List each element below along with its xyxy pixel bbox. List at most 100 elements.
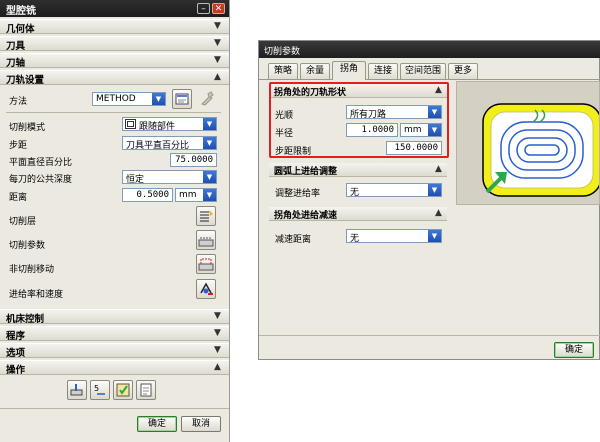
method-value: METHOD xyxy=(96,94,136,104)
cut-pattern-value: 跟随部件 xyxy=(139,122,176,132)
tab-containment[interactable]: 空间范围 xyxy=(400,63,446,79)
generate-icon xyxy=(70,384,83,396)
section-program-label: 程序 xyxy=(6,331,26,342)
highlight-box xyxy=(269,82,449,158)
adjust-feed-label: 调整进给率 xyxy=(275,189,321,199)
slowdown-distance-label: 减速距离 xyxy=(275,235,312,245)
distance-input[interactable]: 0.5000 xyxy=(122,188,173,202)
dropdown-arrow-icon: ▼ xyxy=(428,184,441,196)
chevron-up-icon: ▲ xyxy=(214,362,221,372)
left-dialog-title: 型腔铣 xyxy=(6,6,36,17)
section-options-label: 选项 xyxy=(6,348,26,359)
feeds-and-speeds-button[interactable] xyxy=(196,279,216,299)
cut-levels-icon xyxy=(200,210,213,222)
cutting-parameters-icon xyxy=(198,237,214,247)
section-tool-axis-label: 刀轴 xyxy=(6,58,26,69)
create-method-icon[interactable] xyxy=(172,89,192,109)
right-title-bar: 切削参数 xyxy=(259,41,600,58)
tab-corners[interactable]: 拐角 xyxy=(332,61,366,80)
cutting-parameters-label: 切削参数 xyxy=(9,241,46,251)
dropdown-arrow-icon: ▼ xyxy=(203,137,216,149)
section-program[interactable]: 程序 ▼ xyxy=(0,326,229,342)
left-title-bar: 型腔铣 – ✕ xyxy=(0,0,229,17)
divider xyxy=(6,112,221,113)
dropdown-arrow-icon: ▼ xyxy=(203,118,216,130)
slowdown-distance-select[interactable]: 无 ▼ xyxy=(346,229,442,244)
verify-icon xyxy=(116,383,130,397)
feeds-and-speeds-icon xyxy=(200,282,213,295)
tab-stock[interactable]: 余量 xyxy=(300,63,330,79)
chevron-up-icon: ▲ xyxy=(214,72,221,82)
dropdown-arrow-icon: ▼ xyxy=(203,171,216,183)
chevron-down-icon: ▼ xyxy=(214,55,221,65)
chevron-down-icon: ▼ xyxy=(214,345,221,355)
flat-diameter-percent-label: 平面直径百分比 xyxy=(9,158,73,168)
generate-toolpath-button[interactable] xyxy=(67,380,87,400)
chevron-up-icon: ▲ xyxy=(435,208,442,218)
cavity-mill-dialog: 型腔铣 – ✕ 几何体 ▼ 刀具 ▼ 刀轴 ▼ 刀轨设置 ▲ 方法 METHOD… xyxy=(0,0,230,442)
chevron-down-icon: ▼ xyxy=(214,38,221,48)
chevron-down-icon: ▼ xyxy=(214,311,221,321)
tab-connections[interactable]: 连接 xyxy=(368,63,398,79)
chevron-down-icon: ▼ xyxy=(214,21,221,31)
section-tool-axis[interactable]: 刀轴 ▼ xyxy=(0,53,229,69)
cancel-button[interactable]: 取消 xyxy=(181,416,221,432)
section-machine-control[interactable]: 机床控制 ▼ xyxy=(0,309,229,325)
cutting-parameters-button[interactable] xyxy=(196,230,216,250)
dropdown-arrow-icon: ▼ xyxy=(152,93,165,105)
section-corner-slowdown[interactable]: 拐角处进给减速 ▲ xyxy=(269,207,447,221)
section-tool[interactable]: 刀具 ▼ xyxy=(0,36,229,52)
cut-levels-button[interactable] xyxy=(196,206,216,226)
divider xyxy=(259,335,600,336)
list-toolpath-button[interactable] xyxy=(136,380,156,400)
distance-label: 距离 xyxy=(9,193,28,203)
method-select[interactable]: METHOD ▼ xyxy=(92,92,166,106)
cut-levels-label: 切削层 xyxy=(9,217,37,227)
divider xyxy=(0,408,229,409)
corner-preview xyxy=(456,81,600,205)
chevron-down-icon: ▼ xyxy=(214,328,221,338)
ok-button[interactable]: 确定 xyxy=(137,416,177,432)
stepover-label: 步距 xyxy=(9,141,28,151)
follow-part-icon xyxy=(125,119,136,129)
distance-unit-select[interactable]: mm ▼ xyxy=(175,188,217,202)
flat-diameter-percent-input[interactable]: 75.0000 xyxy=(170,153,217,167)
non-cutting-moves-icon xyxy=(198,258,214,271)
ok-button[interactable]: 确定 xyxy=(554,342,594,358)
minimize-icon[interactable]: – xyxy=(197,3,210,14)
section-actions[interactable]: 操作 ▲ xyxy=(0,360,229,376)
verify-toolpath-button[interactable] xyxy=(113,380,133,400)
adjust-feed-select[interactable]: 无 ▼ xyxy=(346,183,442,198)
chevron-up-icon: ▲ xyxy=(435,164,442,174)
section-arc-feed[interactable]: 圆弧上进给调整 ▲ xyxy=(269,163,447,177)
section-corner-slowdown-label: 拐角处进给减速 xyxy=(274,211,338,221)
section-path-settings[interactable]: 刀轨设置 ▲ xyxy=(0,70,229,86)
cut-pattern-label: 切削模式 xyxy=(9,123,46,133)
wrench-icon[interactable] xyxy=(197,89,217,109)
dropdown-arrow-icon: ▼ xyxy=(203,189,216,201)
close-icon[interactable]: ✕ xyxy=(212,3,225,14)
non-cutting-moves-button[interactable] xyxy=(196,254,216,274)
section-geometry-label: 几何体 xyxy=(6,24,35,35)
depth-per-cut-label: 每刀的公共深度 xyxy=(9,175,73,185)
section-geometry[interactable]: 几何体 ▼ xyxy=(0,19,229,35)
section-arc-feed-label: 圆弧上进给调整 xyxy=(274,167,338,177)
tab-strategy[interactable]: 策略 xyxy=(268,63,298,79)
stepover-select[interactable]: 刀具平直百分比 ▼ xyxy=(122,136,217,151)
depth-per-cut-select[interactable]: 恒定 ▼ xyxy=(122,170,217,185)
stepover-value: 刀具平直百分比 xyxy=(126,141,190,151)
tab-more[interactable]: 更多 xyxy=(448,63,478,79)
feeds-and-speeds-label: 进给率和速度 xyxy=(9,290,64,300)
slowdown-distance-value: 无 xyxy=(350,234,360,244)
distance-unit-value: mm xyxy=(179,190,197,200)
section-path-settings-label: 刀轨设置 xyxy=(6,75,45,86)
toolpath-preview-image xyxy=(482,103,600,197)
cutting-parameters-dialog: 切削参数 策略 余量 拐角 连接 空间范围 更多 拐角处的刀轨形状 ▲ 光顺 所… xyxy=(258,40,600,360)
section-tool-label: 刀具 xyxy=(6,41,26,52)
replay-toolpath-button[interactable]: 5 xyxy=(90,380,110,400)
method-label: 方法 xyxy=(9,97,28,107)
section-options[interactable]: 选项 ▼ xyxy=(0,343,229,359)
cut-pattern-select[interactable]: 跟随部件 ▼ xyxy=(122,117,217,132)
right-dialog-title: 切削参数 xyxy=(264,47,301,57)
replay-icon: 5 xyxy=(94,384,105,395)
